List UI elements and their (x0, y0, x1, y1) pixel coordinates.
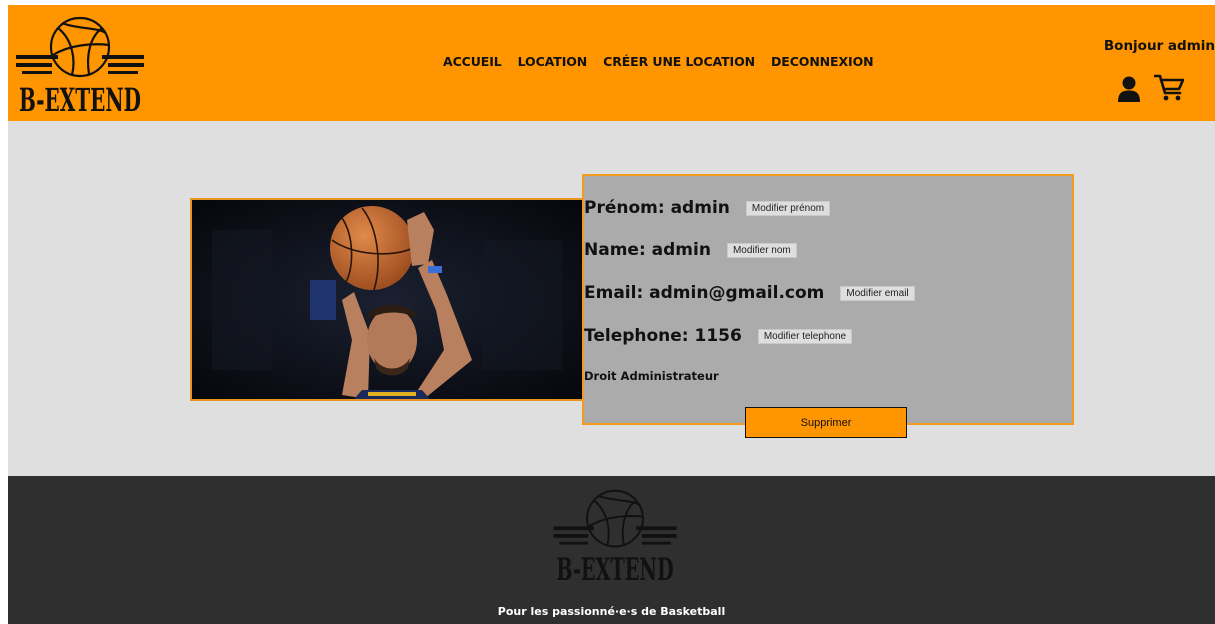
name-value: Name: admin (584, 240, 711, 260)
main-nav: ACCUEIL LOCATION CRÉER UNE LOCATION DECO… (443, 54, 874, 69)
footer-logo[interactable]: B-EXTEND (549, 484, 681, 584)
footer-logo-stripes (553, 526, 677, 545)
profile-row-telephone: Telephone: 1156 Modifier telephone (584, 326, 853, 346)
basketball-icon (49, 16, 111, 78)
footer-basketball-icon (586, 489, 644, 548)
site-footer: B-EXTEND Pour les passionné·e·s de Baske… (8, 476, 1215, 624)
site-header: B-EXTEND ACCUEIL LOCATION CRÉER UNE LOCA… (8, 5, 1215, 121)
nav-location[interactable]: LOCATION (518, 54, 588, 69)
delete-account-button[interactable]: Supprimer (745, 407, 907, 438)
edit-email-button[interactable]: Modifier email (840, 285, 915, 301)
profile-row-email: Email: admin@gmail.com Modifier email (584, 283, 915, 303)
nav-accueil[interactable]: ACCUEIL (443, 54, 502, 69)
player-photo (190, 198, 586, 401)
page: B-EXTEND ACCUEIL LOCATION CRÉER UNE LOCA… (8, 5, 1215, 624)
nav-creer-location[interactable]: CRÉER UNE LOCATION (603, 54, 755, 69)
edit-telephone-button[interactable]: Modifier telephone (757, 328, 853, 344)
header-icons (1118, 74, 1184, 102)
player-illustration (192, 200, 584, 399)
user-greeting: Bonjour admin (1103, 38, 1215, 54)
user-icon[interactable] (1118, 76, 1140, 102)
profile-row-name: Name: admin Modifier nom (584, 240, 797, 260)
logo-wordmark: B-EXTEND (19, 81, 141, 115)
logo-stripes (16, 55, 144, 74)
edit-name-button[interactable]: Modifier nom (726, 242, 797, 258)
telephone-value: Telephone: 1156 (584, 326, 742, 346)
profile-card: Prénom: admin Modifier prénom Name: admi… (582, 174, 1074, 425)
nav-deconnexion[interactable]: DECONNEXION (771, 54, 874, 69)
footer-tagline: Pour les passionné·e·s de Basketball (497, 605, 726, 618)
admin-role-label: Droit Administrateur (584, 369, 719, 383)
profile-row-firstname: Prénom: admin Modifier prénom (584, 198, 831, 218)
firstname-value: Prénom: admin (584, 198, 730, 218)
email-value: Email: admin@gmail.com (584, 283, 825, 303)
cart-icon[interactable] (1154, 74, 1184, 102)
site-logo[interactable]: B-EXTEND (14, 11, 146, 115)
edit-firstname-button[interactable]: Modifier prénom (745, 200, 831, 216)
footer-wordmark: B-EXTEND (556, 552, 673, 584)
